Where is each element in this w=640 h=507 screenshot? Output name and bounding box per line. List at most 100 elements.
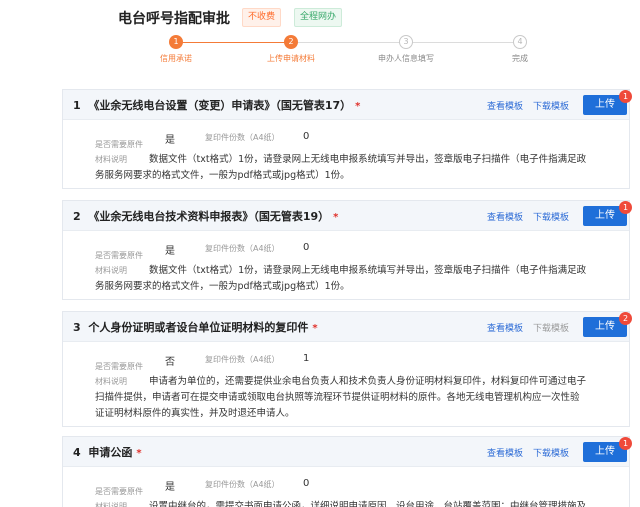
required-mark: * [312,323,318,334]
need-original-value: 是 [165,482,175,493]
material-card-header: 1 《业余无线电台设置（变更）申请表》（国无管表17） * 查看模板 下载模板 上… [63,90,632,120]
step-number: 4 [513,35,527,49]
copies-label: 复印件份数（A4纸） [205,355,280,364]
material-name: 《业余无线电台技术资料申报表》（国无管表19） [88,210,330,223]
material-name: 《业余无线电台设置（变更）申请表》（国无管表17） [88,99,352,112]
page-title: 电台呼号指配审批 [118,11,230,27]
view-template-link[interactable]: 查看模板 [487,210,523,223]
copies-value: 0 [303,131,310,142]
view-template-link[interactable]: 查看模板 [487,99,523,112]
description-text: 申请者为单位的，还需要提供业余电台负责人和技术负责人身份证明材料复印件，材料复印… [95,374,629,422]
material-card-body: 是否需要原件 是 复印件份数（A4纸） 0 材料说明 数据文件（txt格式）1份… [63,231,629,292]
upload-count-badge: 1 [619,201,632,214]
need-original-label: 是否需要原件 [95,362,143,371]
material-card: 3 个人身份证明或者设台单位证明材料的复印件 * 查看模板 下载模板 上传 2 是否… [62,311,632,427]
material-card-header: 2 《业余无线电台技术资料申报表》（国无管表19） * 查看模板 下载模板 上传 1 [63,201,632,231]
need-original-label: 是否需要原件 [95,487,143,496]
required-mark: * [355,101,361,112]
need-original-value: 是 [165,135,175,146]
material-name: 个人身份证明或者设台单位证明材料的复印件 [88,321,309,334]
material-title: 3 个人身份证明或者设台单位证明材料的复印件 * [73,319,318,335]
fee-tag: 不收费 [242,8,282,27]
copies-value: 1 [303,353,310,364]
description-line: 扫描件提供，申请者可在提交申请或领取电台执照等流程环节提供证明材料的原件。各地无… [95,392,580,403]
page-header: 电台呼号指配审批 不收费 全程网办 [0,0,640,32]
material-title: 2 《业余无线电台技术资料申报表》（国无管表19） * [73,208,338,224]
online-tag: 全程网办 [294,8,343,27]
description-line: 数据文件（txt格式）1份，请登录网上无线电申报系统填写并导出，签章版电子扫描件… [149,265,587,276]
upload-label: 上传 [595,210,615,221]
step-4: 4 完成 [480,35,560,64]
material-meta-row: 是否需要原件 否 复印件份数（A4纸） 1 [95,353,309,371]
step-label: 完成 [512,54,528,63]
description-label: 材料说明 [95,266,127,275]
description-line: 证证明材料原件的真实性，并及时退还申请人。 [95,408,295,419]
download-template-link[interactable]: 下载模板 [533,446,569,459]
step-3: 3 申办人信息填写 [366,35,446,64]
upload-count-badge: 2 [619,312,632,325]
copies-label: 复印件份数（A4纸） [205,244,280,253]
need-original-label: 是否需要原件 [95,140,143,149]
copies-value: 0 [303,242,310,253]
description-line: 务服务网要求的格式文件，一般为pdf格式或jpg格式）1份。 [95,281,350,292]
description-label: 材料说明 [95,502,127,507]
material-index: 3 [73,321,81,334]
upload-label: 上传 [595,446,615,457]
material-index: 2 [73,210,81,223]
step-number: 2 [284,35,298,49]
material-name: 申请公函 [88,446,133,459]
material-card-header: 3 个人身份证明或者设台单位证明材料的复印件 * 查看模板 下载模板 上传 2 [63,312,632,342]
step-label: 上传申请材料 [267,54,315,63]
material-card-header: 4 申请公函 * 查看模板 下载模板 上传 1 [63,437,632,467]
required-mark: * [333,212,339,223]
download-template-link[interactable]: 下载模板 [533,99,569,112]
material-card-body: 是否需要原件 否 复印件份数（A4纸） 1 材料说明 申请者为单位的，还需要提供… [63,342,629,419]
description-line: 数据文件（txt格式）1份，请登录网上无线电申报系统填写并导出，签章版电子扫描件… [149,154,587,165]
step-number: 3 [399,35,413,49]
upload-button[interactable]: 上传 1 [583,90,632,115]
description-label: 材料说明 [95,155,127,164]
upload-count-badge: 1 [619,90,632,103]
view-template-link[interactable]: 查看模板 [487,446,523,459]
description-text: 数据文件（txt格式）1份，请登录网上无线电申报系统填写并导出，签章版电子扫描件… [95,263,629,295]
upload-label: 上传 [595,99,615,110]
material-title: 4 申请公函 * [73,444,142,460]
material-card-body: 是否需要原件 是 复印件份数（A4纸） 0 材料说明 设置中继台的，需提交书面申… [63,467,629,507]
need-original-label: 是否需要原件 [95,251,143,260]
upload-button[interactable]: 上传 1 [583,437,632,462]
material-title: 1 《业余无线电台设置（变更）申请表》（国无管表17） * [73,97,360,113]
step-label: 申办人信息填写 [378,54,434,63]
material-index: 1 [73,99,81,112]
material-card: 4 申请公函 * 查看模板 下载模板 上传 1 是否需要原件 是 复印件份数（A4纸… [62,436,632,507]
copies-label: 复印件份数（A4纸） [205,480,280,489]
material-card-body: 是否需要原件 是 复印件份数（A4纸） 0 材料说明 数据文件（txt格式）1份… [63,120,629,181]
material-meta-row: 是否需要原件 是 复印件份数（A4纸） 0 [95,242,309,260]
download-template-link: 下载模板 [533,324,570,334]
download-template-link[interactable]: 下载模板 [533,210,569,223]
step-1: 1 信用承诺 [136,35,216,64]
description-line: 设置中继台的，需提交书面申请公函，详细说明申请原因、设台用途、台站覆盖范围；中继… [149,501,587,507]
copies-value: 0 [303,478,310,489]
upload-label: 上传 [595,321,615,332]
copies-label: 复印件份数（A4纸） [205,133,280,142]
view-template-link[interactable]: 查看模板 [487,321,523,334]
description-text: 设置中继台的，需提交书面申请公函，详细说明申请原因、设台用途、台站覆盖范围；中继… [149,499,629,507]
material-meta-row: 是否需要原件 是 复印件份数（A4纸） 0 [95,131,309,149]
need-original-value: 是 [165,246,175,257]
material-card: 1 《业余无线电台设置（变更）申请表》（国无管表17） * 查看模板 下载模板 上… [62,89,632,189]
description-text: 数据文件（txt格式）1份，请登录网上无线电申报系统填写并导出，签章版电子扫描件… [95,152,629,184]
step-label: 信用承诺 [160,54,192,63]
need-original-value: 否 [165,357,175,368]
upload-button[interactable]: 上传 1 [583,201,632,226]
description-line: 申请者为单位的，还需要提供业余电台负责人和技术负责人身份证明材料复印件，材料复印… [149,376,587,387]
upload-button[interactable]: 上传 2 [583,312,632,337]
progress-steps: 1 信用承诺 2 上传申请材料 3 申办人信息填写 4 完成 [0,32,640,72]
step-2: 2 上传申请材料 [251,35,331,64]
upload-count-badge: 1 [619,437,632,450]
description-line: 务服务网要求的格式文件，一般为pdf格式或jpg格式）1份。 [95,170,350,181]
material-index: 4 [73,446,81,459]
material-meta-row: 是否需要原件 是 复印件份数（A4纸） 0 [95,478,309,496]
description-label: 材料说明 [95,377,127,386]
required-mark: * [136,448,142,459]
step-number: 1 [169,35,183,49]
